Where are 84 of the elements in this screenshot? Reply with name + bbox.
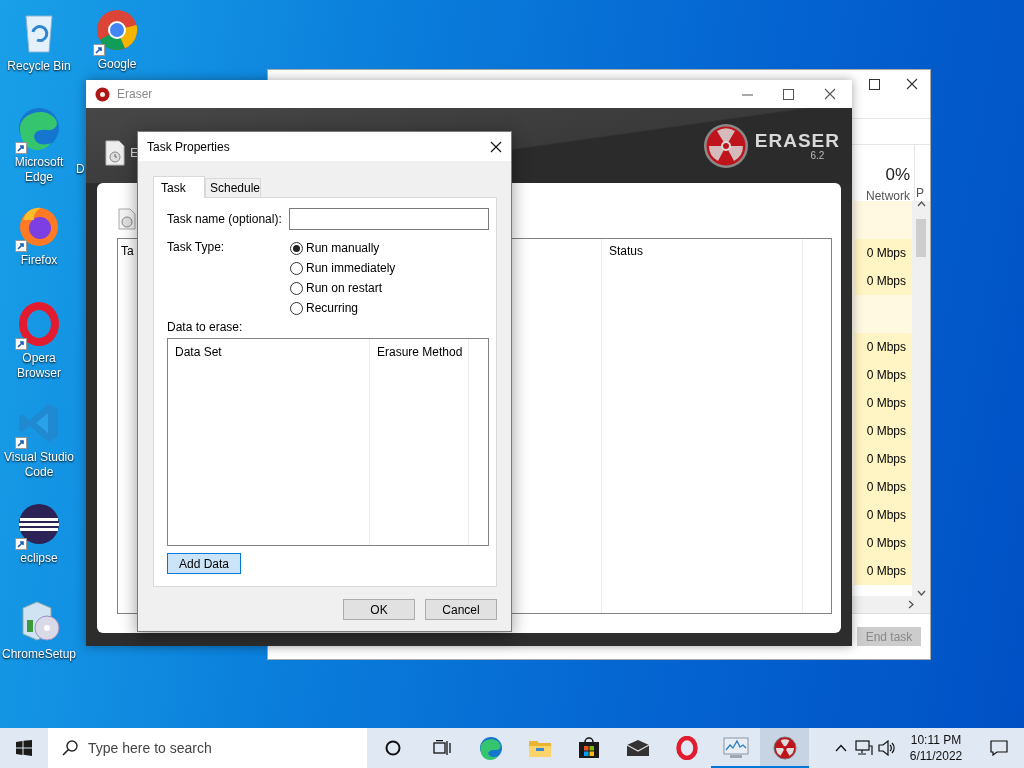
icon-label: ChromeSetup [1, 647, 76, 662]
monitor-graph-icon [722, 737, 749, 759]
table-cell: 0 Mbps [854, 501, 912, 529]
icon-label: eclipse [20, 551, 58, 566]
clock-time[interactable]: 10:11 PM [910, 732, 962, 748]
windows-logo-icon[interactable] [16, 740, 32, 756]
shopping-bag-icon [577, 737, 600, 759]
envelope-icon [625, 739, 650, 757]
icon-label: Opera Browser [16, 351, 62, 381]
radio-label: Run immediately [306, 261, 396, 275]
field-label: Task name (optional): [167, 212, 282, 226]
chevron-up-icon [916, 201, 926, 207]
eclipse-icon [17, 502, 61, 546]
tab[interactable]: Schedule [205, 178, 261, 197]
radiation-logo-icon [702, 122, 749, 169]
chevron-down-icon [916, 590, 926, 596]
notification-icon[interactable] [990, 740, 1008, 756]
table-cell: 0 Mbps [854, 267, 912, 295]
dialog-button[interactable]: OK [343, 599, 415, 620]
table-cell: 0 Mbps [854, 557, 912, 585]
document-clock-icon [104, 139, 126, 166]
table-cell: 0 Mbps [854, 361, 912, 389]
clock-date[interactable]: 6/11/2022 [909, 748, 963, 764]
network-icon[interactable] [854, 740, 873, 756]
code-editor-icon [17, 401, 61, 445]
tab[interactable]: Task [153, 176, 205, 198]
chevron-right-icon [908, 600, 914, 609]
scrollbar[interactable] [912, 201, 930, 596]
column-header[interactable]: Network [866, 189, 910, 203]
task-view-icon [432, 740, 451, 756]
radio-button[interactable] [290, 281, 303, 295]
column-header[interactable]: Erasure Method [370, 339, 469, 545]
browser-icon [675, 736, 698, 760]
eraser-logo-icon [95, 86, 110, 102]
column-header[interactable]: Data Set [168, 339, 370, 545]
table-cell: 0 Mbps [854, 473, 912, 501]
close-icon[interactable] [490, 140, 502, 153]
dialog-button[interactable]: Cancel [425, 599, 497, 620]
usage-percent: 0% [885, 165, 910, 185]
add-data-button[interactable]: Add Data [167, 553, 241, 574]
version-label: 6.2 [810, 150, 825, 161]
icon-label: Google [97, 57, 137, 72]
table-cell: 0 Mbps [854, 445, 912, 473]
icon-label: D [76, 162, 85, 177]
browser-icon [478, 736, 503, 760]
radio-label: Run manually [306, 241, 380, 255]
table-cell: 0 Mbps [854, 333, 912, 361]
folder-icon [527, 738, 552, 758]
dialog-title: Task Properties [147, 139, 230, 154]
radio-button[interactable] [290, 261, 303, 275]
browser-icon [17, 302, 61, 346]
cortana-icon [384, 740, 401, 756]
column-header[interactable]: Status [602, 239, 803, 613]
search-icon [62, 740, 78, 756]
search-field[interactable]: Type here to search [48, 728, 367, 768]
radio-button[interactable] [290, 241, 303, 255]
close-icon[interactable] [906, 78, 918, 90]
section-label: Data to erase: [167, 320, 244, 334]
table-cell: 0 Mbps [854, 529, 912, 557]
radio-button[interactable] [290, 301, 303, 315]
icon-label: Recycle Bin [7, 59, 71, 74]
browser-icon [95, 8, 139, 52]
volume-icon[interactable] [877, 740, 896, 756]
window-title: Eraser [117, 87, 153, 101]
icon-label: Firefox [20, 253, 58, 268]
browser-icon [17, 106, 61, 150]
radiation-logo-icon [772, 736, 797, 760]
table-cell: 0 Mbps [854, 389, 912, 417]
input-field[interactable] [289, 208, 489, 230]
maximize-icon[interactable] [869, 78, 880, 90]
icon-label: Microsoft Edge [13, 155, 65, 185]
column-header[interactable]: P [915, 145, 930, 201]
field-label: Task Type: [167, 239, 226, 256]
scroll-thumb[interactable] [916, 219, 926, 257]
logo-text: ERASER [754, 130, 840, 151]
chevron-up-icon[interactable] [834, 744, 847, 752]
icon-label: Visual Studio Code [3, 450, 75, 480]
radio-label: Run on restart [306, 281, 383, 295]
table-cell: 0 Mbps [854, 239, 912, 267]
maximize-icon[interactable] [783, 88, 794, 100]
close-icon[interactable] [824, 88, 836, 100]
table-cell: 0 Mbps [854, 417, 912, 445]
search-placeholder: Type here to search [88, 740, 212, 756]
radio-label: Recurring [306, 301, 359, 315]
